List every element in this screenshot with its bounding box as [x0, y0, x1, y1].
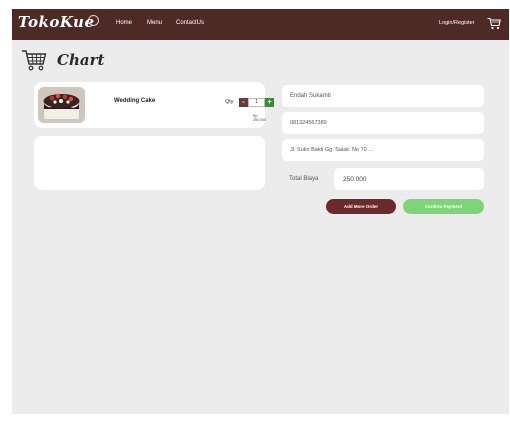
- navbar: TokoKue Home Menu ContactUs Login/Regist…: [12, 9, 509, 40]
- item-price: Rp 250.000: [253, 114, 266, 122]
- add-more-order-button[interactable]: Add More Order: [326, 199, 396, 214]
- logo[interactable]: TokoKue: [18, 13, 95, 31]
- qty-plus-button[interactable]: +: [265, 98, 274, 107]
- cake-image: [38, 87, 85, 123]
- phone-field[interactable]: 081324567389: [282, 112, 484, 134]
- name-field[interactable]: Endah Sukamti: [282, 85, 484, 107]
- logo-swirl-icon: [88, 15, 99, 26]
- nav-home-link[interactable]: Home: [116, 20, 132, 26]
- page-header: Chart: [21, 49, 104, 71]
- qty-input[interactable]: 1: [248, 98, 265, 107]
- address-field[interactable]: Jl. Suko Bakti Gg. Salak. No 70 ...: [282, 139, 484, 161]
- nav-menu-link[interactable]: Menu: [147, 20, 162, 26]
- item-name: Wedding Cake: [114, 98, 156, 104]
- total-cost-field: 250.000: [334, 168, 484, 190]
- page-title: Chart: [57, 51, 105, 69]
- confirm-payment-button[interactable]: Confirm Payment: [403, 199, 484, 214]
- shopping-cart-icon: [22, 50, 47, 71]
- nav-login-register-link[interactable]: Login/Register: [439, 20, 474, 26]
- cart-icon[interactable]: [487, 17, 501, 30]
- empty-cart-slot: [34, 136, 265, 190]
- app-screen: TokoKue Home Menu ContactUs Login/Regist…: [12, 9, 509, 414]
- qty-label: Qty: [225, 99, 234, 105]
- total-label: Total Biaya: [289, 176, 319, 182]
- quantity-stepper: - 1 +: [239, 98, 274, 107]
- qty-minus-button[interactable]: -: [239, 98, 248, 107]
- nav-contactus-link[interactable]: ContactUs: [176, 20, 204, 26]
- cart-item-card: Wedding Cake Qty - 1 + Rp 250.000: [34, 82, 274, 128]
